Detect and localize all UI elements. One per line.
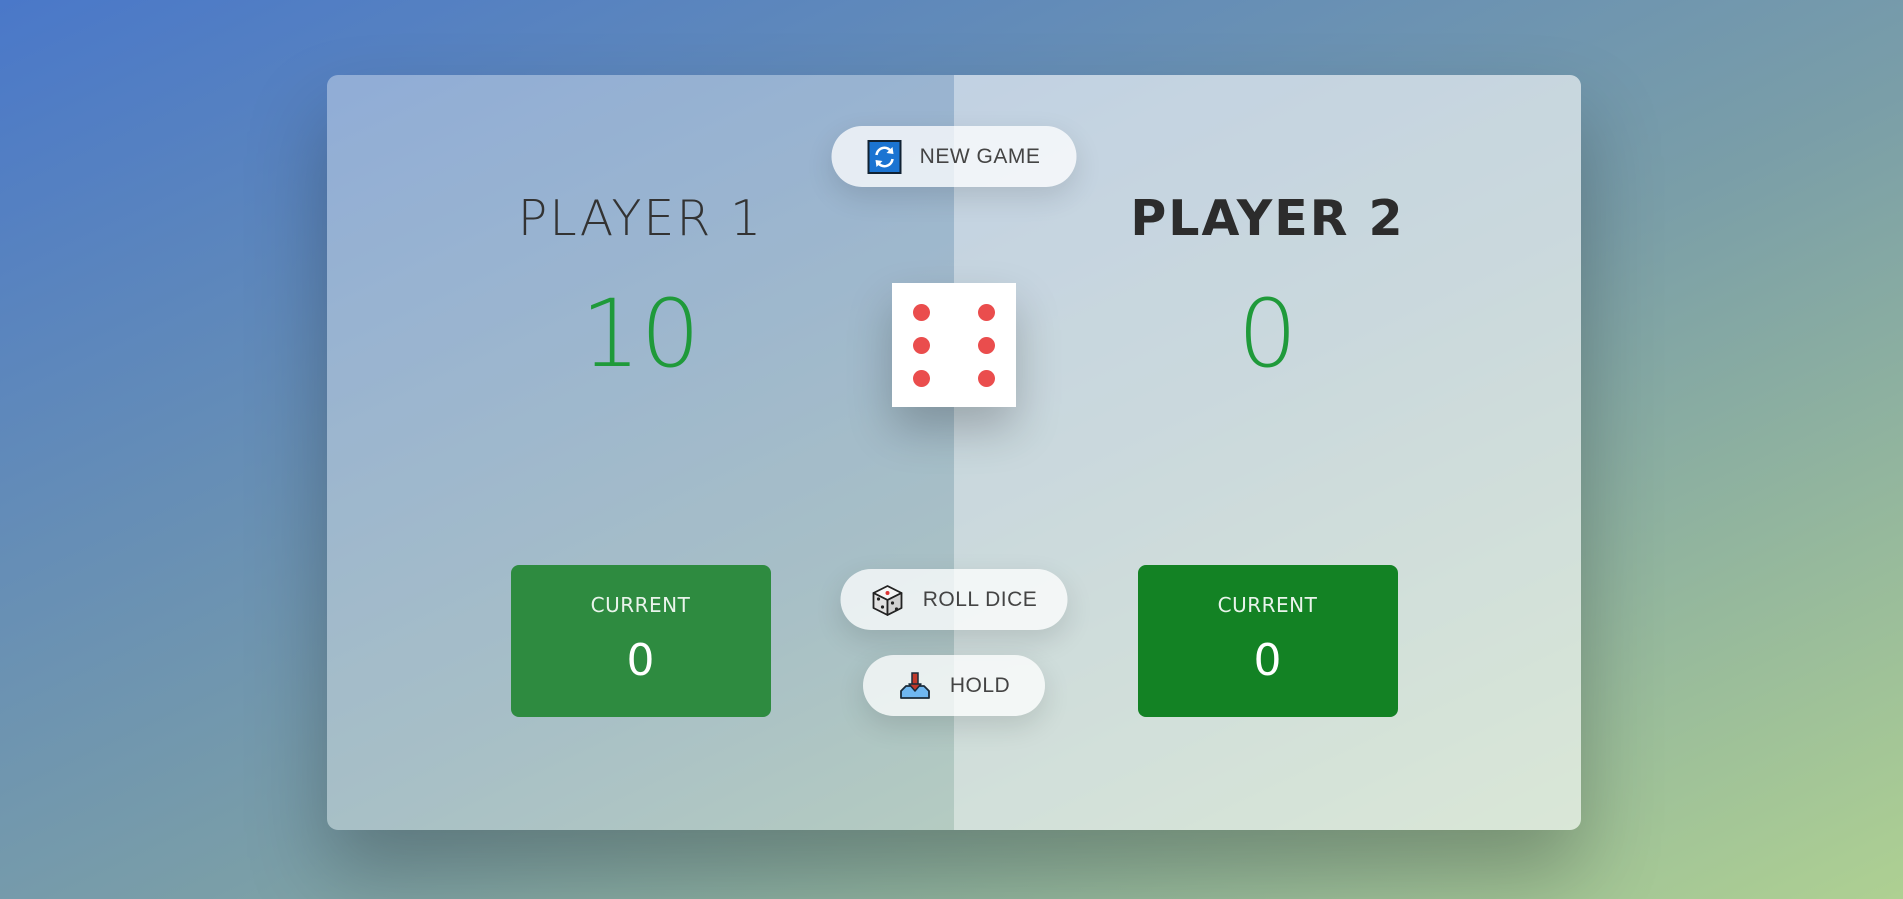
player-1-current-label: CURRENT	[590, 593, 691, 617]
roll-dice-button[interactable]: ROLL DICE	[840, 569, 1068, 630]
player-2-score: 0	[1237, 280, 1298, 389]
player-2-name: PLAYER 2	[1130, 190, 1405, 247]
dice-icon	[871, 583, 905, 617]
player-1-panel: PLAYER 1 10 CURRENT 0	[327, 75, 954, 830]
refresh-icon	[867, 139, 902, 174]
hold-label: HOLD	[949, 673, 1011, 697]
new-game-label: NEW GAME	[919, 144, 1041, 168]
dice	[892, 283, 1016, 407]
hold-button[interactable]: HOLD	[863, 655, 1045, 716]
dice-pip	[913, 370, 930, 387]
dice-pip	[978, 337, 995, 354]
hold-icon	[898, 669, 932, 703]
new-game-button[interactable]: NEW GAME	[831, 126, 1077, 187]
player-2-current-score: 0	[1253, 635, 1282, 686]
player-2-current-label: CURRENT	[1217, 593, 1318, 617]
player-1-current-box: CURRENT 0	[510, 565, 771, 717]
dice-pip	[978, 304, 995, 321]
dice-pip	[913, 304, 930, 321]
player-1-current-score: 0	[626, 635, 655, 686]
player-1-name: PLAYER 1	[517, 190, 764, 247]
game-board: PLAYER 1 10 CURRENT 0 PLAYER 2 0 CURRENT…	[327, 75, 1581, 830]
dice-pip	[913, 337, 930, 354]
roll-dice-label: ROLL DICE	[922, 587, 1038, 611]
dice-pip	[978, 370, 995, 387]
player-2-current-box: CURRENT 0	[1137, 565, 1398, 717]
player-1-score: 10	[580, 280, 701, 389]
player-2-panel: PLAYER 2 0 CURRENT 0	[954, 75, 1581, 830]
